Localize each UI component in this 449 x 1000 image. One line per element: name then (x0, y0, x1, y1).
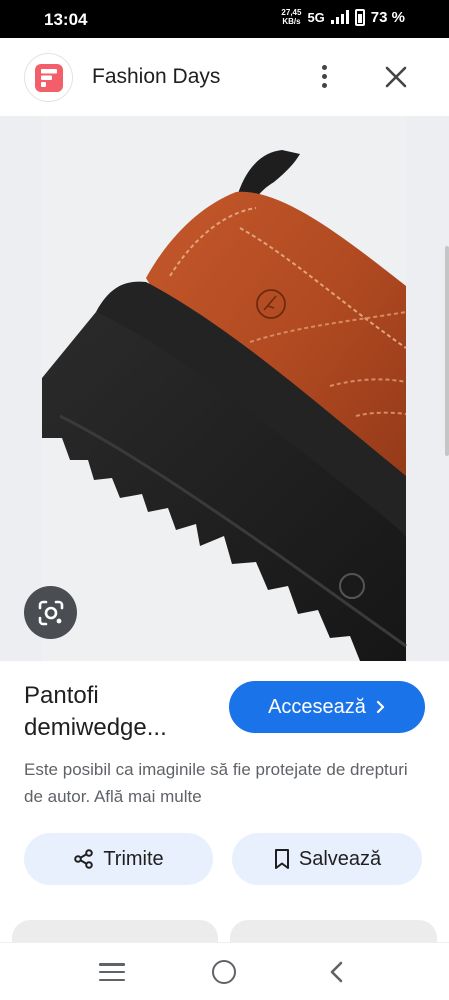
network-speed-value: 27,45 (281, 8, 302, 17)
page-title: Fashion Days (92, 65, 221, 88)
status-indicators: 27,45 KB/s 5G 73 % (281, 8, 405, 26)
recent-apps-icon[interactable] (99, 963, 125, 981)
status-bar: 13:04 27,45 KB/s 5G 73 % (0, 0, 449, 38)
battery-level: 73 % (370, 8, 405, 26)
chevron-right-icon (376, 700, 385, 714)
scrollbar-thumb[interactable] (445, 246, 449, 456)
share-button[interactable]: Trimite (24, 833, 213, 885)
network-speed: 27,45 KB/s (281, 8, 301, 26)
save-button-label: Salvează (298, 847, 382, 870)
more-vert-icon[interactable] (310, 60, 338, 92)
home-icon[interactable] (212, 960, 236, 984)
bookmark-icon (274, 849, 289, 869)
signal-icon (330, 10, 349, 24)
product-title[interactable]: Pantofi demiwedge... (24, 680, 224, 744)
app-header: Fashion Days (0, 38, 449, 116)
share-button-label: Trimite (103, 847, 164, 870)
access-button-label: Accesează (268, 695, 366, 718)
system-nav-bar (0, 942, 449, 1000)
fashion-days-logo-icon (24, 53, 73, 102)
google-lens-icon[interactable] (24, 586, 77, 639)
product-image[interactable] (0, 116, 449, 661)
save-button[interactable]: Salvează (232, 833, 422, 885)
copyright-notice[interactable]: Este posibil ca imaginile să fie proteja… (24, 756, 424, 810)
access-button[interactable]: Accesează (229, 681, 425, 733)
network-type: 5G (307, 9, 325, 25)
back-icon[interactable] (326, 959, 348, 985)
battery-icon (354, 8, 365, 26)
share-icon (74, 849, 94, 869)
shoe-illustration (42, 116, 407, 661)
close-icon[interactable] (381, 62, 411, 92)
network-speed-unit: KB/s (282, 17, 301, 26)
status-time: 13:04 (44, 10, 88, 29)
